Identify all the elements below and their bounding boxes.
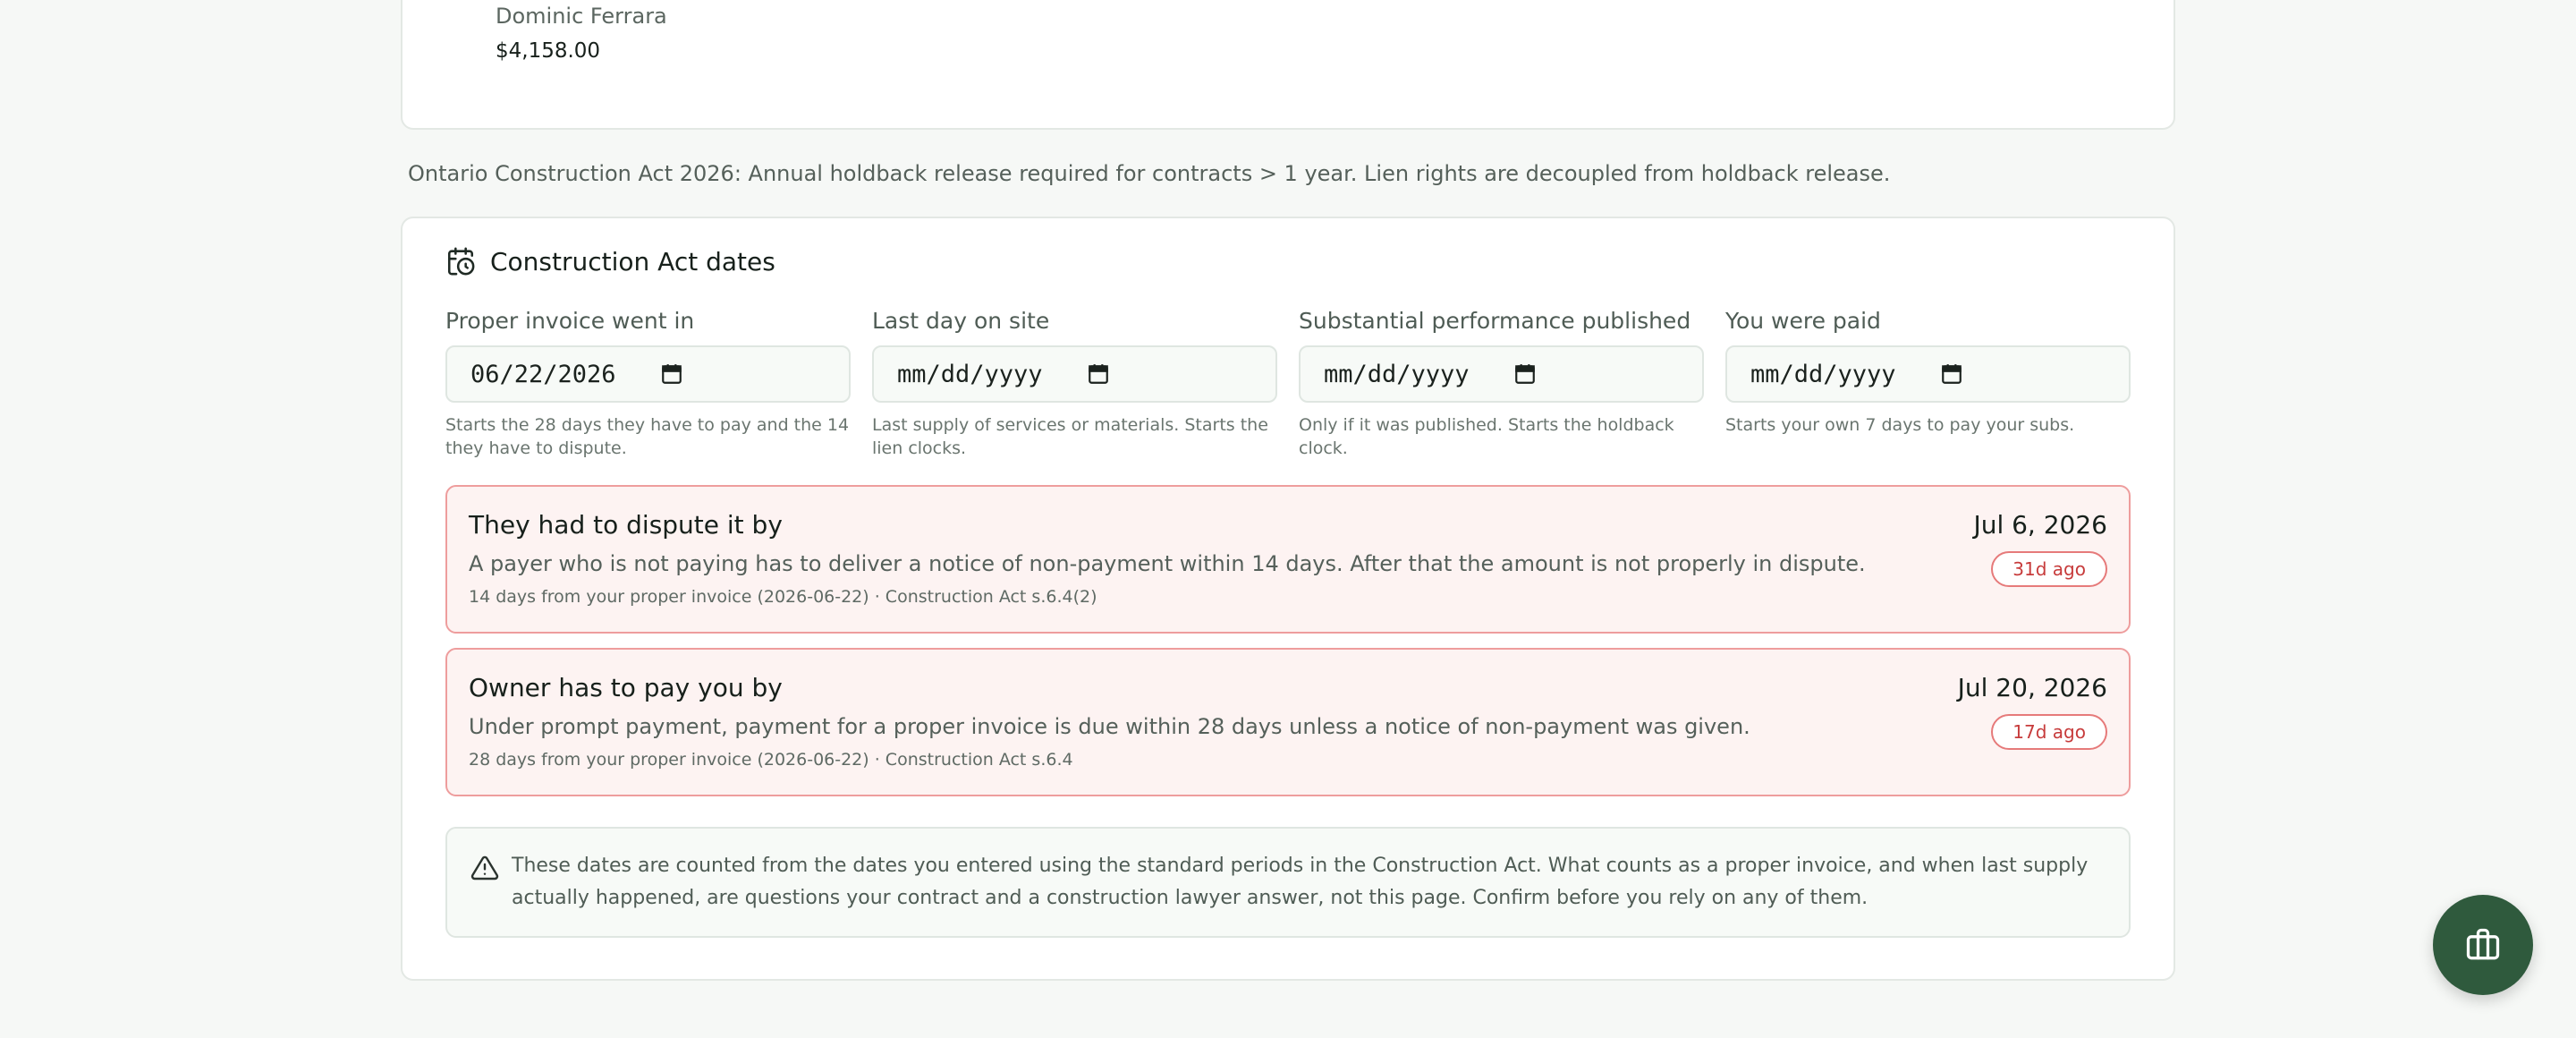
warning-icon (470, 855, 499, 881)
contact-amount: $4,158.00 (496, 39, 601, 63)
deadline-meta: 14 days from your proper invoice (2026-0… (469, 587, 1097, 607)
date-value: 06/22/2026 (470, 360, 616, 388)
deadline-date: Jul 20, 2026 (1957, 673, 2107, 702)
contact-card: Dominic Ferrara $4,158.00 (401, 0, 2175, 130)
last-day-on-site-date-input[interactable]: mm/dd/yyyy (872, 345, 1277, 403)
date-value: mm/dd/yyyy (897, 360, 1043, 388)
field-label: You were paid (1725, 308, 1881, 334)
calendar-icon[interactable] (660, 362, 683, 386)
calendar-icon[interactable] (1940, 362, 1963, 386)
card-header: Construction Act dates (445, 243, 775, 279)
disclaimer-box: These dates are counted from the dates y… (445, 827, 2131, 938)
construction-act-card: Construction Act dates Proper invoice we… (401, 217, 2175, 981)
field-substantial-performance: Substantial performance published mm/dd/… (1299, 308, 1704, 460)
field-proper-invoice: Proper invoice went in 06/22/2026 Starts… (445, 308, 851, 460)
calendar-clock-icon (447, 247, 475, 276)
field-you-were-paid: You were paid mm/dd/yyyy Starts your own… (1725, 308, 2131, 460)
toolbox-icon (2466, 928, 2500, 960)
proper-invoice-date-input[interactable]: 06/22/2026 (445, 345, 851, 403)
deadline-title: They had to dispute it by (469, 510, 783, 540)
deadline-date: Jul 6, 2026 (1973, 510, 2107, 540)
overdue-badge: 31d ago (1991, 551, 2107, 587)
contact-name: Dominic Ferrara (496, 4, 667, 29)
deadline-title: Owner has to pay you by (469, 673, 783, 702)
field-last-day-on-site: Last day on site mm/dd/yyyy Last supply … (872, 308, 1277, 460)
disclaimer-text: These dates are counted from the dates y… (512, 855, 2089, 909)
section-title: Construction Act dates (490, 246, 775, 277)
field-hint: Last supply of services or materials. St… (872, 415, 1268, 458)
deadline-meta: 28 days from your proper invoice (2026-0… (469, 750, 1073, 770)
date-value: mm/dd/yyyy (1750, 360, 1896, 388)
field-hint: Only if it was published. Starts the hol… (1299, 415, 1674, 458)
deadline-description: Under prompt payment, payment for a prop… (469, 714, 1750, 739)
act-note: Ontario Construction Act 2026: Annual ho… (408, 161, 1891, 186)
field-hint: Starts your own 7 days to pay your subs. (1725, 415, 2075, 435)
calendar-icon[interactable] (1513, 362, 1537, 386)
toolbox-fab-button[interactable] (2433, 895, 2533, 995)
field-label: Last day on site (872, 308, 1050, 334)
you-were-paid-date-input[interactable]: mm/dd/yyyy (1725, 345, 2131, 403)
deadline-owner-pay: Owner has to pay you by Under prompt pay… (445, 648, 2131, 796)
substantial-performance-date-input[interactable]: mm/dd/yyyy (1299, 345, 1704, 403)
field-label: Proper invoice went in (445, 308, 695, 334)
page: Dominic Ferrara $4,158.00 Ontario Constr… (0, 0, 2576, 1038)
date-value: mm/dd/yyyy (1324, 360, 1470, 388)
overdue-badge: 17d ago (1991, 714, 2107, 750)
field-hint: Starts the 28 days they have to pay and … (445, 415, 850, 458)
date-fields: Proper invoice went in 06/22/2026 Starts… (445, 308, 2131, 460)
deadline-description: A payer who is not paying has to deliver… (469, 551, 1866, 576)
deadline-dispute: They had to dispute it by A payer who is… (445, 485, 2131, 634)
calendar-icon[interactable] (1087, 362, 1110, 386)
field-label: Substantial performance published (1299, 308, 1691, 334)
